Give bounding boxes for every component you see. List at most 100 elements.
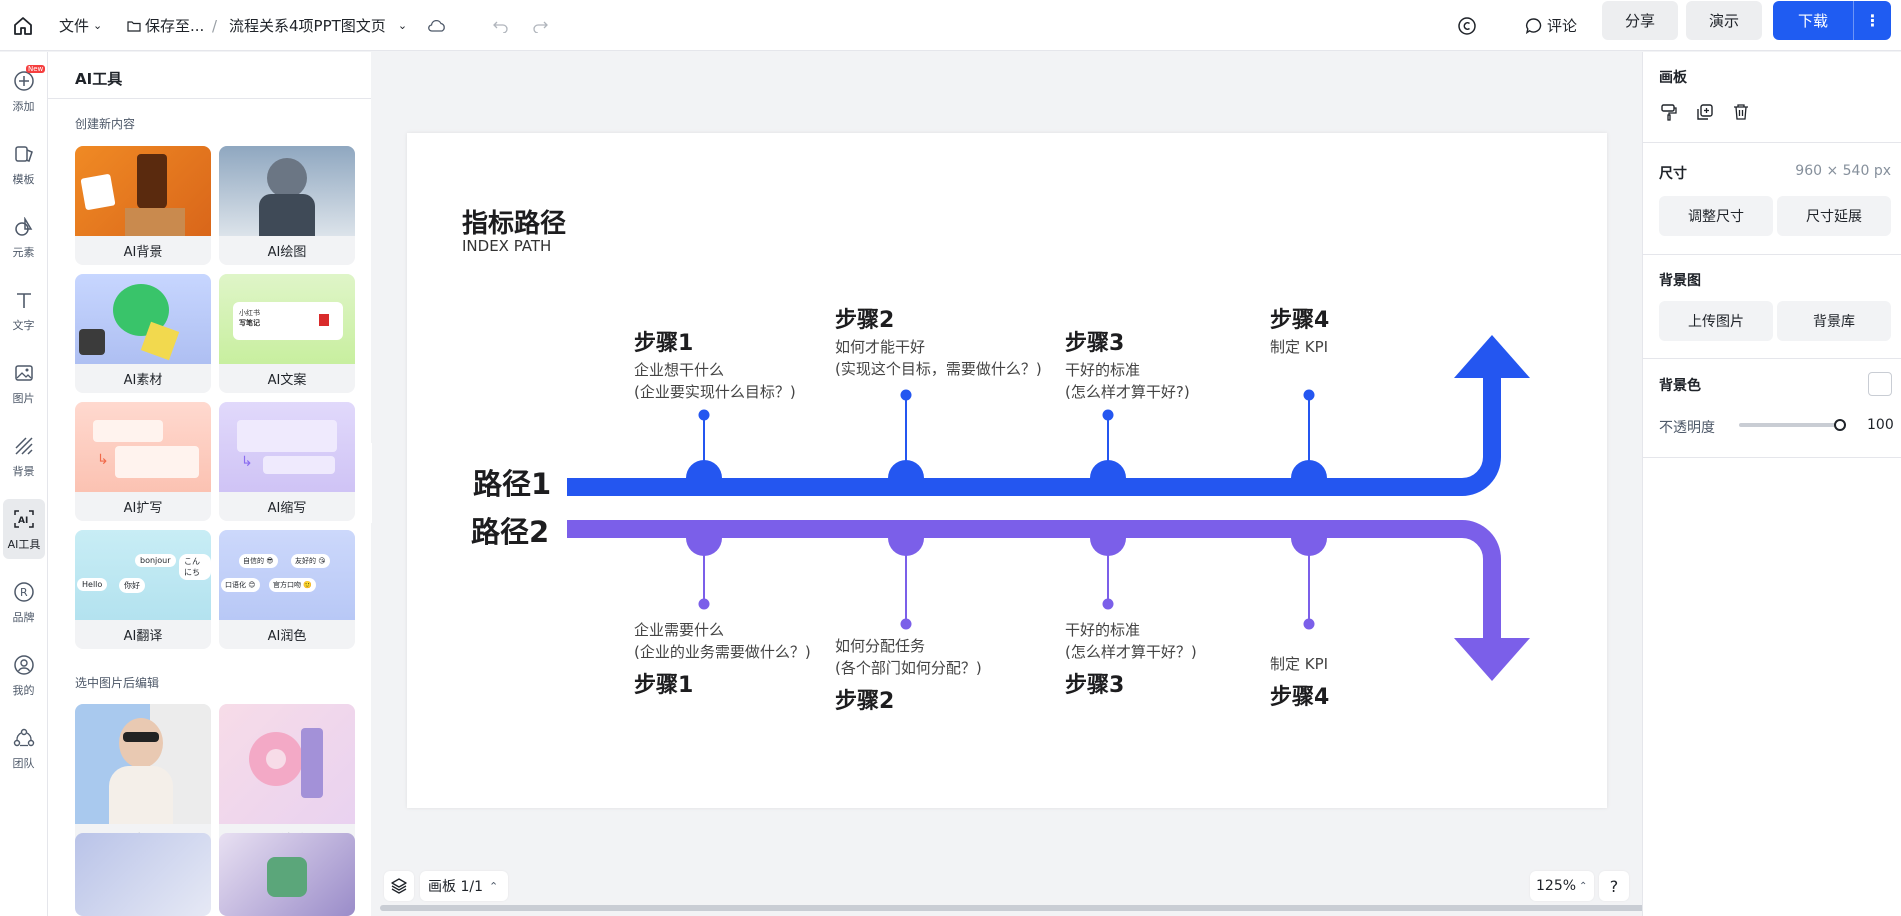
save-to-label: 保存至... [145,17,205,35]
sidebar-item-brand[interactable]: R 品牌 [0,572,47,632]
text-icon [12,288,36,312]
upload-image-button[interactable]: 上传图片 [1659,301,1773,341]
tool-ai-translate[interactable]: bonjour こんにち Hello 你好 AI翻译 [75,530,211,649]
sidebar-item-text[interactable]: 文字 [0,280,47,340]
opacity-slider-handle[interactable] [1834,419,1846,431]
donut-hole [266,749,286,769]
zoom-control[interactable]: 125% ⌃ [1530,871,1594,901]
path1-node-2 [888,389,924,478]
sidebar-item-label: 添加 [12,100,35,113]
tool-ai-expand[interactable]: ↳ AI扩写 [75,402,211,521]
sidebar-item-ai-tools[interactable]: AI AI工具 [3,499,45,559]
step-desc: 企业需要什么 [634,621,725,639]
path1-node-1 [686,409,722,478]
tool-ai-erase[interactable]: AI消除 [219,704,355,853]
home-icon[interactable] [12,0,34,51]
text-block [263,456,335,474]
tone-chip: 自信的 😎 [239,554,278,568]
opacity-label: 不透明度 [1659,420,1715,436]
layers-button[interactable] [384,871,414,901]
path2-arrow-head [1454,638,1530,681]
sidebar-item-background[interactable]: 背景 [0,426,47,486]
step-desc: 如何分配任务 [835,637,926,655]
ai-tools-panel: AI工具 创建新内容 AI背景 AI绘图 AI素材 小红书 写笔记 AI文案 ↳… [48,52,371,916]
bg-color-swatch[interactable] [1868,372,1892,396]
help-button[interactable]: ? [1599,871,1629,901]
tool-ai-drawing[interactable]: AI绘图 [219,146,355,265]
tool-preview-1[interactable] [75,833,211,916]
step-desc: 制定 KPI [1270,338,1329,356]
sidebar-item-label: 品牌 [12,611,35,624]
more-options-icon[interactable]: ⋮ [1854,11,1891,30]
sidebar-item-template[interactable]: 模板 [0,134,47,194]
slide-canvas[interactable]: 指标路径 INDEX PATH 路径1 路径2 步骤1 企业想干什么 (企业要实… [407,133,1607,808]
sidebar-item-image[interactable]: 图片 [0,353,47,413]
sidebar-item-label: 元素 [12,246,35,259]
ai-expand-thumbnail: ↳ [75,402,211,492]
tool-ai-cutout[interactable]: AI抠图 [75,704,211,853]
path2-node-1 [686,538,722,610]
tool-ai-polish[interactable]: 自信的 😎 友好的 😘 口语化 😊 官方口吻 🙂 AI润色 [219,530,355,649]
astronaut-body [259,194,315,236]
ai-drawing-thumbnail [219,146,355,236]
copyright-icon[interactable] [1457,0,1477,51]
sidebar-item-mine[interactable]: 我的 [0,645,47,705]
comment-button[interactable]: 评论 [1525,0,1577,51]
doc-title[interactable]: 流程关系4项PPT图文页 ⌄ [229,0,407,51]
sidebar-item-add[interactable]: New 添加 [0,61,47,121]
sidebar-item-label: 团队 [12,757,35,770]
duplicate-icon[interactable] [1695,102,1715,122]
chevron-up-icon: ⌃ [1579,880,1588,892]
path1-label: 路径1 [473,467,552,501]
section-create-label: 创建新内容 [75,117,136,131]
file-menu[interactable]: 文件 ⌄ [59,0,102,51]
tool-preview-2[interactable] [219,833,355,916]
person-body [109,766,173,824]
tool-ai-assets[interactable]: AI素材 [75,274,211,393]
tool-ai-copywriting[interactable]: 小红书 写笔记 AI文案 [219,274,355,393]
sidebar-item-label: AI工具 [7,538,41,551]
tool-ai-condense[interactable]: ↳ AI缩写 [219,402,355,521]
step-title: 步骤3 [1065,673,1125,698]
cube-shape [79,329,105,355]
opacity-slider[interactable] [1739,423,1839,427]
present-button[interactable]: 演示 [1686,1,1762,40]
new-badge: New [26,65,46,73]
cloud-sync-icon[interactable] [427,0,447,51]
resize-button[interactable]: 调整尺寸 [1659,196,1773,236]
text-block [115,446,199,478]
file-menu-label: 文件 [59,17,90,35]
tool-ai-background[interactable]: AI背景 [75,146,211,265]
download-button[interactable]: 下载 ⋮ [1773,1,1891,40]
language-chip: Hello [77,578,108,591]
ai-erase-thumbnail [219,704,355,824]
delete-icon[interactable] [1731,102,1751,122]
redo-icon[interactable] [532,0,548,51]
zoom-label: 125% [1536,878,1577,894]
bottle-shape [137,154,167,209]
bg-library-button[interactable]: 背景库 [1777,301,1891,341]
step-desc: 制定 KPI [1270,655,1329,673]
share-button[interactable]: 分享 [1602,1,1678,40]
svg-text:AI: AI [18,516,28,526]
size-label: 尺寸 [1659,166,1687,182]
person-head [119,718,163,768]
step-title: 步骤1 [634,673,694,698]
left-icon-bar: New 添加 模板 元素 文字 图片 背景 AI AI工具 R 品牌 我的 团队 [0,52,48,916]
sidebar-item-label: 文字 [12,319,35,332]
extend-size-button[interactable]: 尺寸延展 [1777,196,1891,236]
save-to-button[interactable]: 保存至... [127,0,204,51]
ai-condense-thumbnail: ↳ [219,402,355,492]
chevron-up-icon: ⌃ [488,879,499,893]
sidebar-item-team[interactable]: 团队 [0,718,47,778]
ai-copywriting-thumbnail: 小红书 写笔记 [219,274,355,364]
sidebar-item-elements[interactable]: 元素 [0,207,47,267]
undo-icon[interactable] [493,0,509,51]
top-step-2: 步骤2 如何才能干好 (实现这个目标，需要做什么？) [835,302,1065,380]
ai-polish-thumbnail: 自信的 😎 友好的 😘 口语化 😊 官方口吻 🙂 [219,530,355,620]
ai-assets-thumbnail [75,274,211,364]
format-painter-icon[interactable] [1659,102,1679,122]
page-indicator[interactable]: 画板 1/1 ⌃ [420,871,508,901]
horizontal-scrollbar[interactable] [380,905,1645,911]
path2-node-2 [888,538,924,630]
